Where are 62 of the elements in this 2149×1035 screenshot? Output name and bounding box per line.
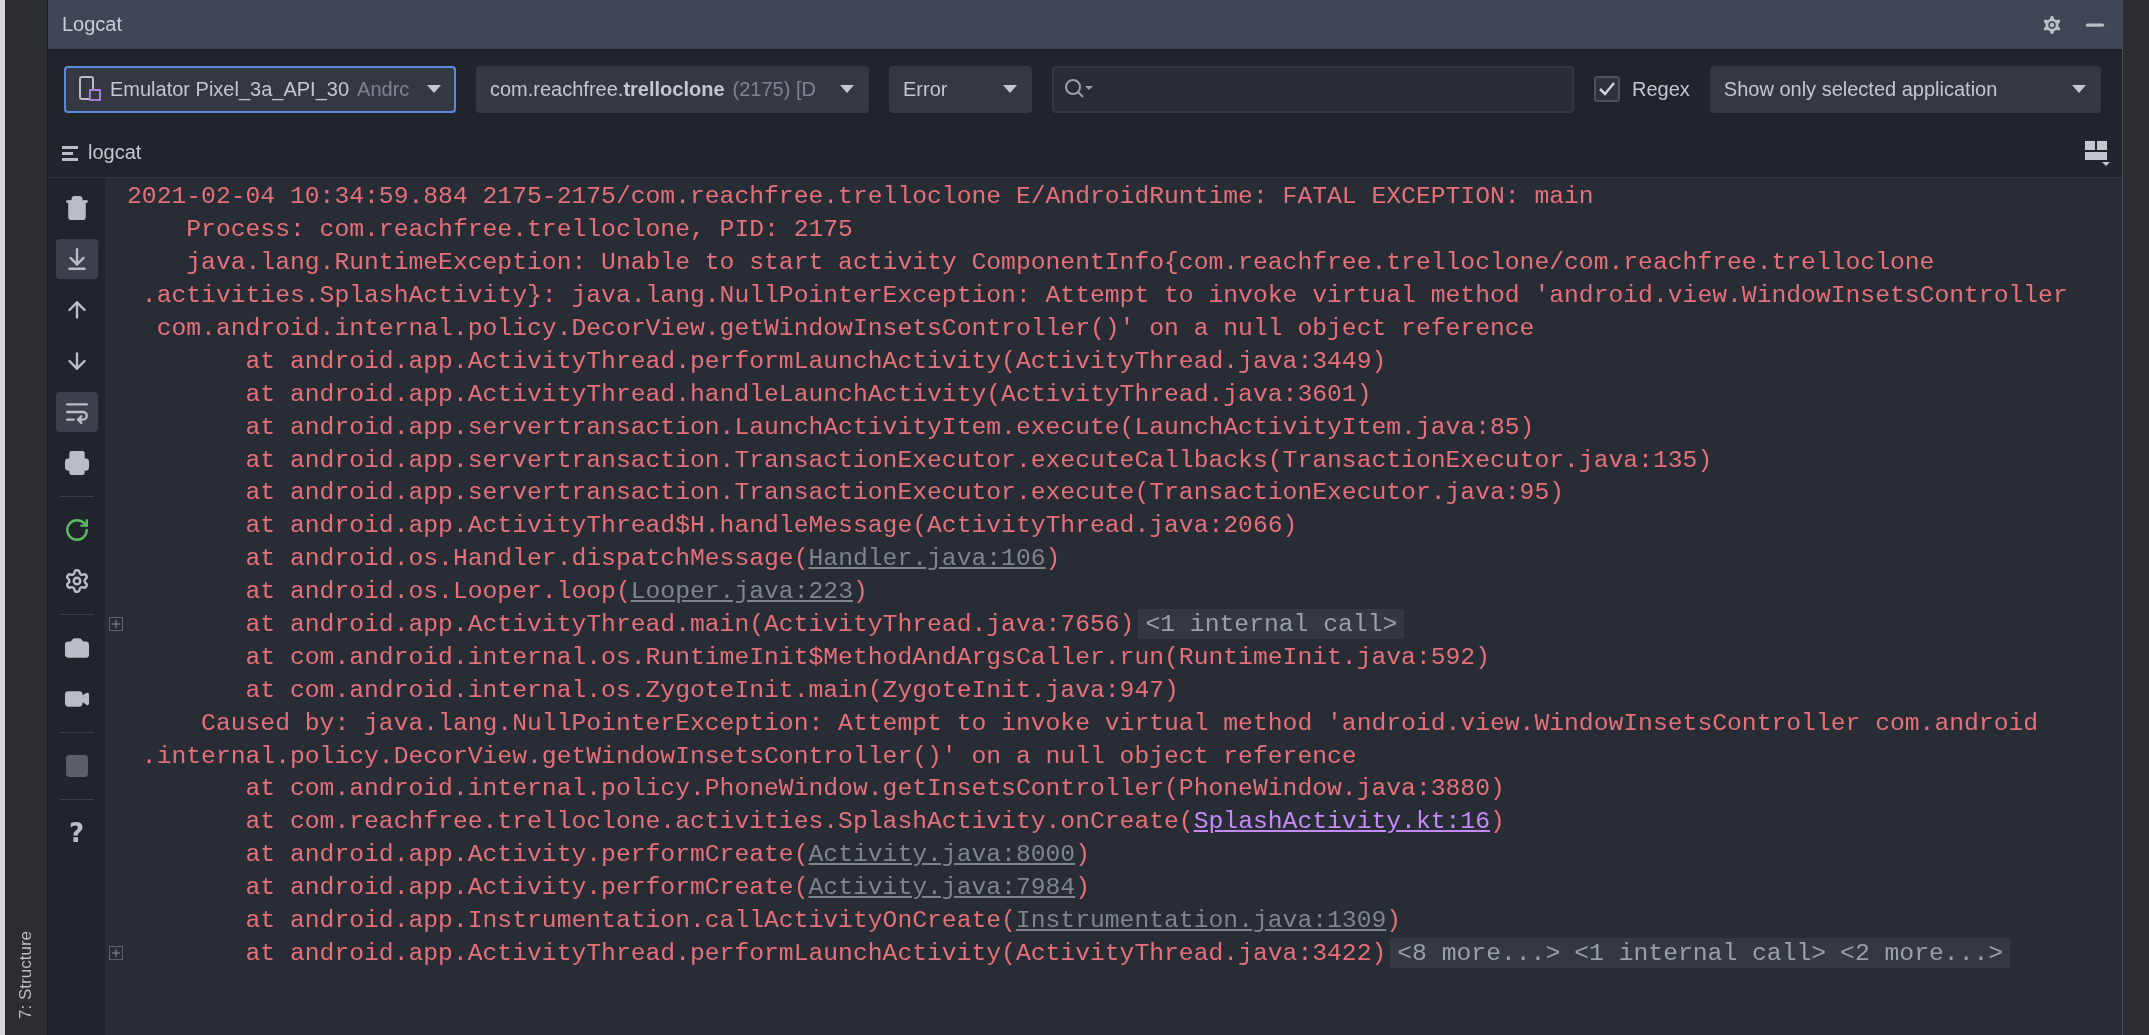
device-dropdown[interactable]: Emulator Pixel_3a_API_30 Andrc xyxy=(64,65,456,113)
file-link[interactable]: Activity.java:8000 xyxy=(808,840,1076,869)
log-line: com.android.internal.policy.DecorView.getWindowInsetsController()' on a null object reference xyxy=(155,313,1535,343)
source-link[interactable]: SplashActivity.kt:16 xyxy=(1193,807,1490,836)
stop-icon xyxy=(63,753,90,779)
file-link[interactable]: Activity.java:7984 xyxy=(808,873,1076,902)
log-line: at android.app.servertransaction.LaunchActivityItem.execute(LaunchActivityItem.java:85) xyxy=(244,411,1535,442)
folded-calls-chip[interactable]: <8 more...> xyxy=(1390,937,1568,968)
panel-title: Logcat xyxy=(62,13,124,36)
restart-icon xyxy=(63,517,90,543)
caret-icon xyxy=(2070,84,2087,94)
log-line: at android.app.ActivityThread$H.handleMessage(ActivityThread.java:2066) xyxy=(244,510,1298,541)
settings-icon xyxy=(63,568,90,594)
help-button[interactable]: ? xyxy=(55,813,98,853)
log-line: 2021-02-04 10:34:59.884 2175-2175/com.reachfree.trelloclone E/AndroidRuntime: FATAL EXCEPTION: main xyxy=(127,181,1594,212)
camera-icon xyxy=(63,635,90,661)
search-icon xyxy=(1064,78,1094,100)
phone-icon xyxy=(78,75,102,103)
structure-tab[interactable]: 7: Structure xyxy=(16,923,36,1027)
log-line: .internal.policy.DecorView.getWindowInsetsController()' on a null object reference xyxy=(140,740,1357,771)
printer-icon xyxy=(63,450,90,476)
log-line: at com.android.internal.os.ZygoteInit.main(ZygoteInit.java:947) xyxy=(244,674,1179,705)
layout-icon[interactable] xyxy=(2084,139,2110,166)
scroll-to-end-button[interactable] xyxy=(55,239,98,279)
caret-icon xyxy=(839,84,855,94)
log-level-dropdown[interactable]: Error xyxy=(889,65,1032,113)
log-line: .activities.SplashActivity}: java.lang.NullPointerException: Attempt to invoke virtual method 'android.view.WindowInsetsController xyxy=(140,280,2068,311)
log-line: at android.app.ActivityThread.performLaunchActivity(ActivityThread.java:3449) xyxy=(244,345,1387,376)
log-line: at android.os.Looper.loop(Looper.java:223) xyxy=(244,576,868,607)
settings-icon[interactable] xyxy=(2040,12,2064,37)
log-line: at com.reachfree.trelloclone.activities.SplashActivity.onCreate(SplashActivity.kt:16) xyxy=(244,806,1505,837)
check-icon xyxy=(1598,81,1616,97)
log-line: at android.app.ActivityThread.performLaunchActivity(ActivityThread.java:3422) xyxy=(244,937,1387,968)
log-line: at com.android.internal.policy.PhoneWindow.getInsetsController(PhoneWindow.java:3880) xyxy=(244,773,1505,804)
search-field[interactable] xyxy=(1052,65,1574,113)
file-link[interactable]: Looper.java:223 xyxy=(630,577,853,606)
file-link[interactable]: Instrumentation.java:1309 xyxy=(1015,906,1387,935)
log-line: java.lang.RuntimeException: Unable to start activity ComponentInfo{com.reachfree.trelloclone/com.reachfree.trelloclone xyxy=(185,247,1935,278)
file-link[interactable]: Handler.java:106 xyxy=(808,544,1046,573)
log-line: at android.app.ActivityThread.handleLaunchActivity(ActivityThread.java:3601) xyxy=(244,378,1372,409)
expand-icon[interactable] xyxy=(109,617,123,631)
log-line: at android.os.Handler.dispatchMessage(Handler.java:106) xyxy=(244,543,1061,574)
log-line: at android.app.ActivityThread.main(ActivityThread.java:7656) xyxy=(244,609,1135,639)
log-line: at android.app.servertransaction.TransactionExecutor.execute(TransactionExecutor.java:95) xyxy=(244,477,1565,508)
folded-calls-chip[interactable]: <1 internal call> xyxy=(1567,937,1834,968)
process-dropdown[interactable]: com.reachfree.trelloclone (2175) [D xyxy=(476,65,869,113)
regex-checkbox[interactable]: Regex xyxy=(1594,76,1690,102)
caret-icon xyxy=(1002,84,1018,94)
log-line: at com.android.internal.os.RuntimeInit$MethodAndArgsCaller.run(RuntimeInit.java:592) xyxy=(244,641,1490,672)
folded-calls-chip[interactable]: <2 more...> xyxy=(1833,937,2011,968)
log-line: at android.app.Instrumentation.callActivityOnCreate(Instrumentation.java:1309) xyxy=(244,905,1402,936)
filter-dropdown[interactable]: Show only selected application xyxy=(1709,65,2101,113)
log-line: Caused by: java.lang.NullPointerException: Attempt to invoke virtual method 'android.view.WindowInsetsController com.android xyxy=(200,707,2039,738)
folded-calls-chip[interactable]: <1 internal call> xyxy=(1138,609,1405,639)
caret-icon xyxy=(426,84,442,94)
wrap-text-button[interactable] xyxy=(55,392,98,432)
log-line: at android.app.Activity.performCreate(Activity.java:7984) xyxy=(244,872,1090,903)
log-line: Process: com.reachfree.trelloclone, PID: 2175 xyxy=(185,214,853,245)
trash-icon xyxy=(63,195,90,221)
log-line: at android.app.Activity.performCreate(Activity.java:8000) xyxy=(244,839,1090,870)
lines-icon xyxy=(62,144,80,161)
log-line: at android.app.servertransaction.TransactionExecutor.executeCallbacks(TransactionExecutor.java:135) xyxy=(244,444,1713,475)
